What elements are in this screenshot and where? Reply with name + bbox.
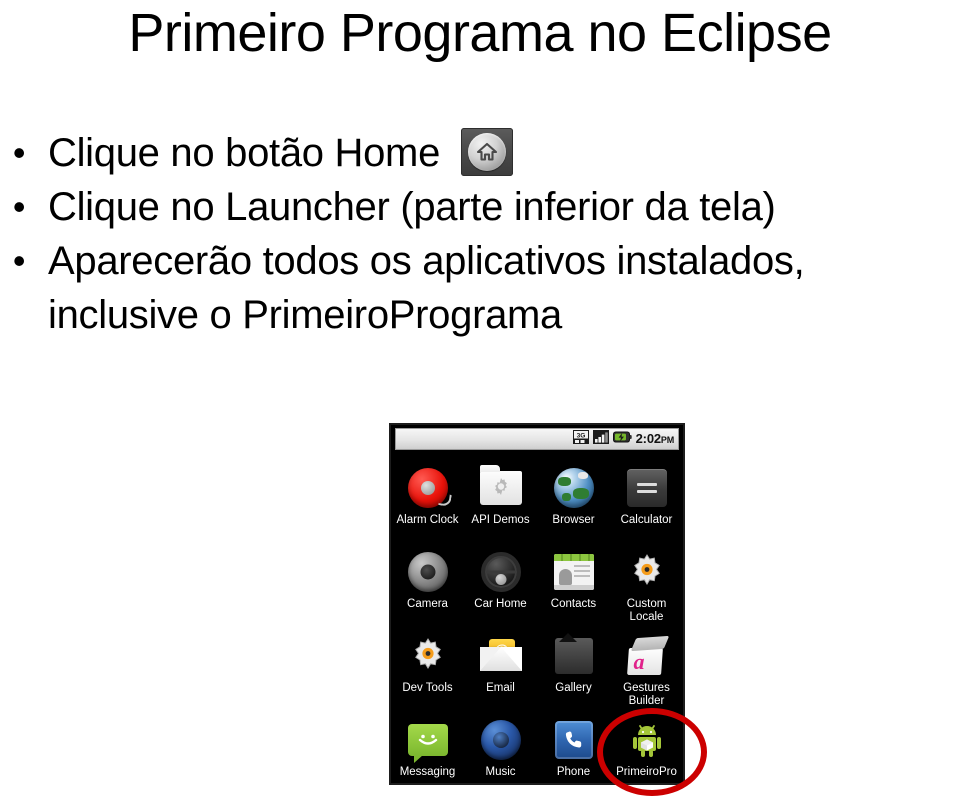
speaker-icon[interactable] — [478, 717, 524, 763]
app-label: Music — [485, 766, 516, 778]
app-item-alarm-clock[interactable]: Alarm Clock — [391, 461, 464, 545]
folder-gear-icon[interactable] — [478, 465, 524, 511]
status-bar: 3G 2:02PM — [395, 428, 679, 450]
app-label: Camera — [407, 598, 448, 610]
bullet-text-2: Clique no Launcher (parte inferior da te… — [48, 185, 776, 229]
steering-wheel-icon[interactable] — [478, 549, 524, 595]
page-title: Primeiro Programa no Eclipse — [128, 3, 832, 63]
alarm-clock-icon[interactable] — [405, 465, 452, 511]
signal-bars-icon — [592, 429, 609, 449]
app-item-browser[interactable]: Browser — [537, 461, 610, 545]
app-item-dev-tools[interactable]: Dev Tools — [391, 629, 464, 713]
3g-icon: 3G — [572, 429, 589, 449]
speech-bubble-smile-icon[interactable] — [405, 717, 451, 763]
app-label: Gestures Builder — [623, 682, 670, 707]
app-label: Phone — [556, 766, 591, 778]
bullet-item-3: • Aparecerão todos os aplicativos instal… — [4, 234, 956, 342]
bullet-text-3: Aparecerão todos os aplicativos instalad… — [48, 239, 805, 337]
app-item-contacts[interactable]: Contacts — [537, 545, 610, 629]
gear-orange-icon[interactable] — [405, 633, 451, 679]
app-label: Browser — [552, 514, 595, 526]
phone-handset-icon[interactable] — [551, 717, 597, 763]
app-item-email[interactable]: @ Email — [464, 629, 537, 713]
bullet-text-1: Clique no botão Home — [48, 131, 451, 175]
bullet-marker: • — [12, 186, 26, 227]
contacts-card-icon[interactable] — [551, 549, 597, 595]
photo-frame-icon[interactable] — [551, 633, 597, 679]
bullet-item-2: • Clique no Launcher (parte inferior da … — [4, 180, 956, 234]
app-item-gestures-builder[interactable]: ɑ Gestures Builder — [610, 629, 683, 713]
gesture-pad-icon[interactable]: ɑ — [624, 633, 670, 679]
clock-ampm: PM — [660, 434, 674, 445]
bullet-marker: • — [12, 132, 26, 173]
app-label: Dev Tools — [402, 682, 453, 694]
app-item-phone[interactable]: Phone — [537, 713, 610, 783]
bullet-marker: • — [12, 240, 26, 281]
home-button-icon — [460, 128, 513, 176]
app-label: API Demos — [471, 514, 530, 526]
app-item-car-home[interactable]: Car Home — [464, 545, 537, 629]
app-grid: Alarm Clock API Demos Browser Calculator… — [391, 455, 683, 783]
app-item-gallery[interactable]: Gallery — [537, 629, 610, 713]
android-robot-icon[interactable] — [624, 717, 670, 763]
calculator-icon[interactable] — [624, 465, 670, 511]
android-launcher-screenshot: 3G 2:02PM Alarm Clock API Demos Browser … — [389, 423, 685, 785]
app-label: Messaging — [399, 766, 456, 778]
app-item-primeiroprograma[interactable]: PrimeiroPro — [610, 713, 683, 783]
app-label: Alarm Clock — [396, 514, 459, 526]
clock-time: 2:02 — [635, 430, 661, 446]
app-label: Gallery — [555, 682, 592, 694]
app-label: Car Home — [474, 598, 527, 610]
camera-lens-icon[interactable] — [405, 549, 451, 595]
app-item-music[interactable]: Music — [464, 713, 537, 783]
app-item-messaging[interactable]: Messaging — [391, 713, 464, 783]
app-label: Email — [486, 682, 515, 694]
app-label: Contacts — [550, 598, 597, 610]
globe-icon[interactable] — [551, 465, 597, 511]
envelope-at-icon[interactable]: @ — [478, 633, 524, 679]
app-label: PrimeiroPro — [616, 766, 677, 778]
slide-body: • Clique no botão Home • Clique no Launc… — [4, 126, 956, 342]
svg-text:3G: 3G — [576, 432, 585, 439]
app-item-camera[interactable]: Camera — [391, 545, 464, 629]
app-label: Custom Locale — [626, 598, 667, 623]
home-button-knob — [467, 133, 506, 171]
app-label: Calculator — [620, 514, 673, 526]
bullet-item-1: • Clique no botão Home — [4, 126, 956, 180]
app-item-api-demos[interactable]: API Demos — [464, 461, 537, 545]
battery-charging-icon — [612, 430, 632, 448]
gear-orange-icon[interactable] — [624, 549, 670, 595]
app-item-custom-locale[interactable]: Custom Locale — [610, 545, 683, 629]
status-bar-clock: 2:02PM — [635, 430, 675, 447]
app-item-calculator[interactable]: Calculator — [610, 461, 683, 545]
